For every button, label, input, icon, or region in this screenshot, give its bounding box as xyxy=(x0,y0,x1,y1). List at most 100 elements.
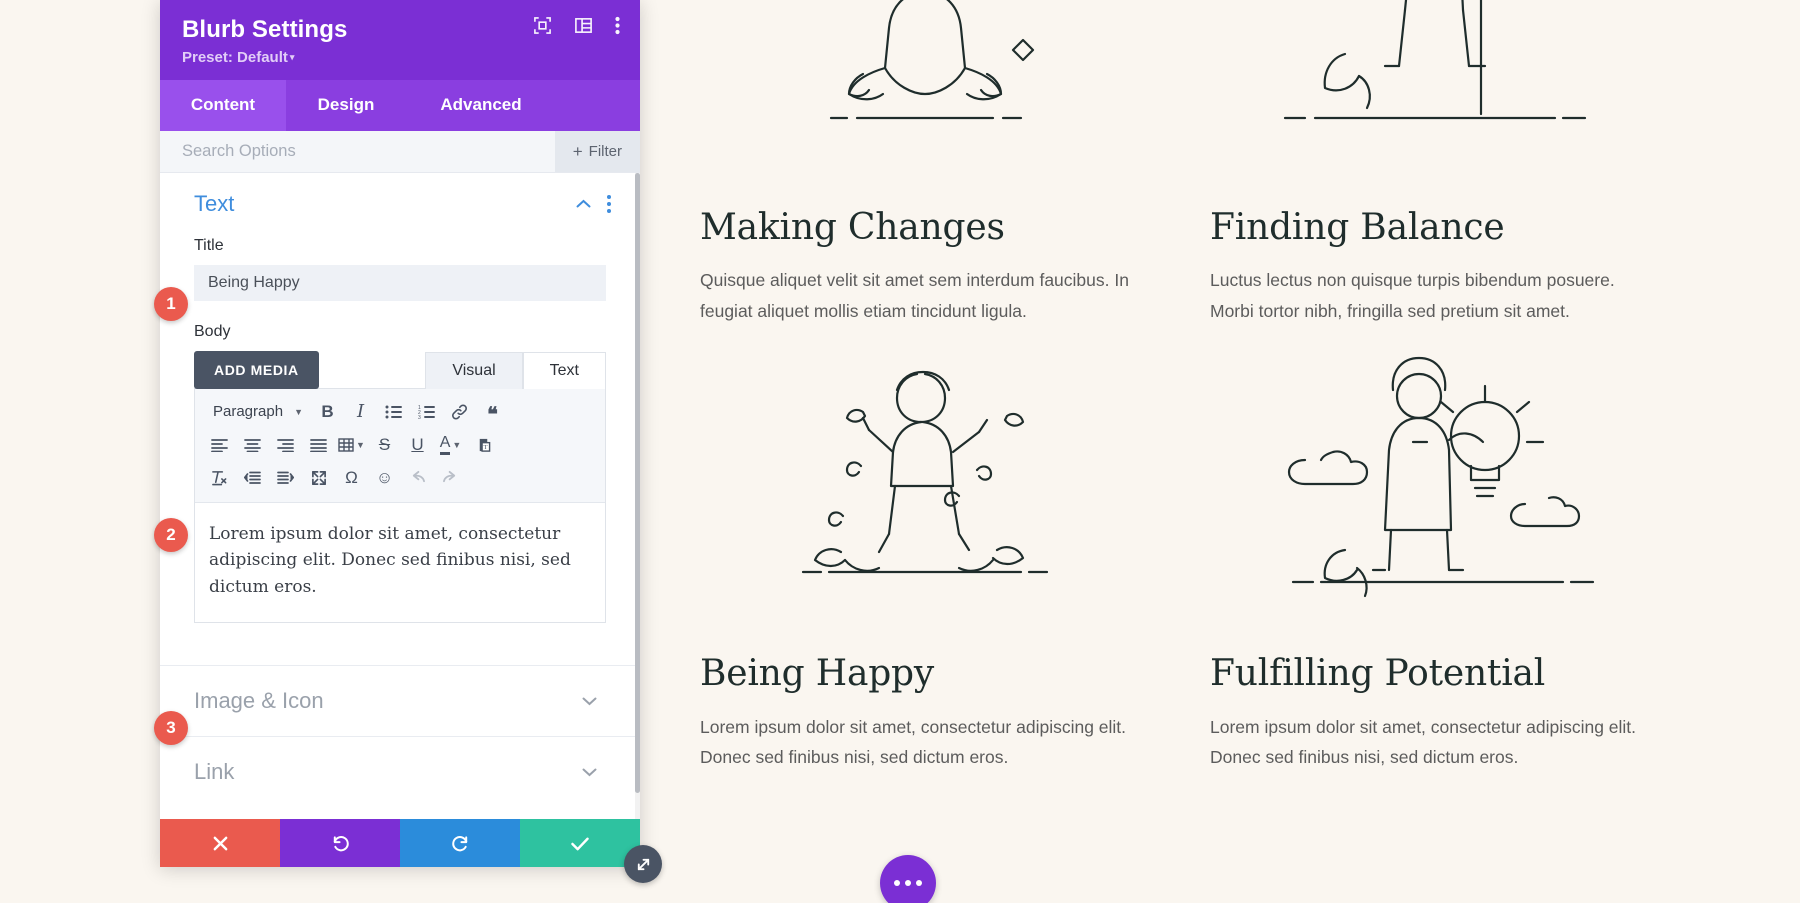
layout-columns-icon[interactable] xyxy=(574,16,593,35)
editor-toolbar: Paragraph ▼ B I 1 2 3 ❝ ▼ S U A ▼ T Ω ☺ xyxy=(195,389,605,503)
person-balancing-illustration xyxy=(1210,0,1660,180)
blurb-body: Luctus lectus non quisque turpis bibendu… xyxy=(1210,270,1615,321)
title-input[interactable] xyxy=(194,265,606,301)
bold-icon[interactable]: B xyxy=(311,397,344,427)
text-color-icon[interactable]: A ▼ xyxy=(434,430,467,460)
kebab-menu-icon[interactable] xyxy=(615,16,620,35)
rich-text-editor: Paragraph ▼ B I 1 2 3 ❝ ▼ S U A ▼ T Ω ☺ … xyxy=(194,388,606,624)
tab-content[interactable]: Content xyxy=(160,80,286,131)
strikethrough-icon[interactable]: S xyxy=(368,430,401,460)
toolbar-row-3: Ω ☺ xyxy=(203,461,597,494)
editor-mode-tabs: Visual Text xyxy=(425,352,606,389)
modal-header-icons xyxy=(533,16,620,35)
fab-dot xyxy=(894,880,900,886)
section-header-text[interactable]: Text xyxy=(160,173,640,233)
section-title: Text xyxy=(194,191,235,216)
blockquote-icon[interactable]: ❝ xyxy=(476,397,509,427)
settings-scroll-area: Text Title Body ADD MEDIA Visual xyxy=(160,173,640,819)
chevron-down-icon: ▼ xyxy=(356,439,365,450)
filter-label: Filter xyxy=(588,143,622,160)
tab-visual[interactable]: Visual xyxy=(425,352,523,389)
numbered-list-icon[interactable]: 1 2 3 xyxy=(410,397,443,427)
body-label: Body xyxy=(194,323,231,340)
meditating-person-illustration xyxy=(700,0,1150,180)
scrollbar-thumb[interactable] xyxy=(635,173,640,793)
toolbar-row-2: ▼ S U A ▼ T xyxy=(203,428,597,461)
redo-icon[interactable] xyxy=(434,463,467,493)
section-menu-icon[interactable] xyxy=(606,195,612,213)
modal-header: Blurb Settings Preset: Default ▾ xyxy=(160,0,640,80)
svg-text:3: 3 xyxy=(418,415,421,419)
outdent-icon[interactable] xyxy=(236,463,269,493)
section-header-link[interactable]: Link xyxy=(160,737,640,807)
fab-dot xyxy=(905,880,911,886)
body-editor-content[interactable]: Lorem ipsum dolor sit amet, consectetur … xyxy=(195,503,605,623)
preset-selector[interactable]: Preset: Default ▾ xyxy=(182,49,618,66)
undo-icon[interactable] xyxy=(401,463,434,493)
blurb-card: Fulfilling Potential Lorem ipsum dolor s… xyxy=(1210,326,1660,772)
chevron-down-icon[interactable] xyxy=(580,763,598,781)
body-field-group: Body ADD MEDIA Visual Text Paragraph ▼ B… xyxy=(160,323,640,624)
editor-top-row: ADD MEDIA Visual Text xyxy=(194,351,606,389)
blurb-title: Fulfilling Potential xyxy=(1210,653,1546,695)
italic-icon[interactable]: I xyxy=(344,397,377,427)
search-input[interactable] xyxy=(160,131,555,172)
tab-advanced[interactable]: Advanced xyxy=(406,80,556,131)
blurb-title: Being Happy xyxy=(700,653,935,695)
align-justify-icon[interactable] xyxy=(302,430,335,460)
annotation-badge-1: 1 xyxy=(154,287,188,321)
scrollbar-track[interactable] xyxy=(635,173,640,819)
resize-handle[interactable] xyxy=(624,845,662,883)
section-title: Link xyxy=(194,759,235,785)
bulleted-list-icon[interactable] xyxy=(377,397,410,427)
save-button[interactable] xyxy=(520,819,640,867)
toolbar-row-1: Paragraph ▼ B I 1 2 3 ❝ xyxy=(203,395,597,428)
happy-jumping-person-illustration xyxy=(700,326,1150,626)
paragraph-format-label: Paragraph xyxy=(213,403,284,420)
align-right-icon[interactable] xyxy=(269,430,302,460)
underline-icon[interactable]: U xyxy=(401,430,434,460)
filter-button[interactable]: + Filter xyxy=(554,131,640,172)
clear-formatting-icon[interactable] xyxy=(203,463,236,493)
tab-design[interactable]: Design xyxy=(286,80,406,131)
special-character-icon[interactable]: Ω xyxy=(335,463,368,493)
search-bar: + Filter xyxy=(160,131,640,173)
add-media-button[interactable]: ADD MEDIA xyxy=(194,351,319,389)
emoji-icon[interactable]: ☺ xyxy=(368,463,401,493)
title-field-group: Title xyxy=(160,237,640,301)
left-edge-strip xyxy=(0,0,160,903)
blurb-grid: Making Changes Quisque aliquet velit sit… xyxy=(700,0,1720,773)
align-left-icon[interactable] xyxy=(203,430,236,460)
focus-target-icon[interactable] xyxy=(533,16,552,35)
undo-button[interactable] xyxy=(280,819,400,867)
paragraph-format-select[interactable]: Paragraph ▼ xyxy=(203,397,311,427)
paste-as-text-icon[interactable]: T xyxy=(467,430,500,460)
fab-dot xyxy=(916,880,922,886)
chevron-up-icon[interactable] xyxy=(574,195,592,213)
kebab-dot xyxy=(607,195,611,199)
kebab-dot xyxy=(607,202,611,206)
cancel-button[interactable] xyxy=(160,819,280,867)
fullscreen-icon[interactable] xyxy=(302,463,335,493)
page-settings-fab[interactable] xyxy=(880,855,936,903)
table-icon[interactable]: ▼ xyxy=(335,430,368,460)
align-center-icon[interactable] xyxy=(236,430,269,460)
section-header-image-icon[interactable]: Image & Icon xyxy=(160,666,640,736)
title-label: Title xyxy=(194,237,224,254)
blurb-card: Finding Balance Luctus lectus non quisqu… xyxy=(1210,0,1660,326)
annotation-badge-3: 3 xyxy=(154,711,188,745)
tab-text[interactable]: Text xyxy=(522,352,606,389)
svg-text:T: T xyxy=(484,444,488,451)
annotation-badge-2: 2 xyxy=(154,518,188,552)
indent-icon[interactable] xyxy=(269,463,302,493)
kebab-dot xyxy=(607,209,611,213)
person-holding-lightbulb-illustration xyxy=(1210,326,1660,626)
chevron-down-icon[interactable] xyxy=(580,692,598,710)
modal-tabs: Content Design Advanced xyxy=(160,80,640,131)
blurb-body: Quisque aliquet velit sit amet sem inter… xyxy=(700,270,1129,321)
link-icon[interactable] xyxy=(443,397,476,427)
redo-button[interactable] xyxy=(400,819,520,867)
plus-icon: + xyxy=(572,142,583,161)
chevron-down-icon: ▾ xyxy=(289,52,295,62)
blurb-body: Lorem ipsum dolor sit amet, consectetur … xyxy=(700,716,1127,768)
